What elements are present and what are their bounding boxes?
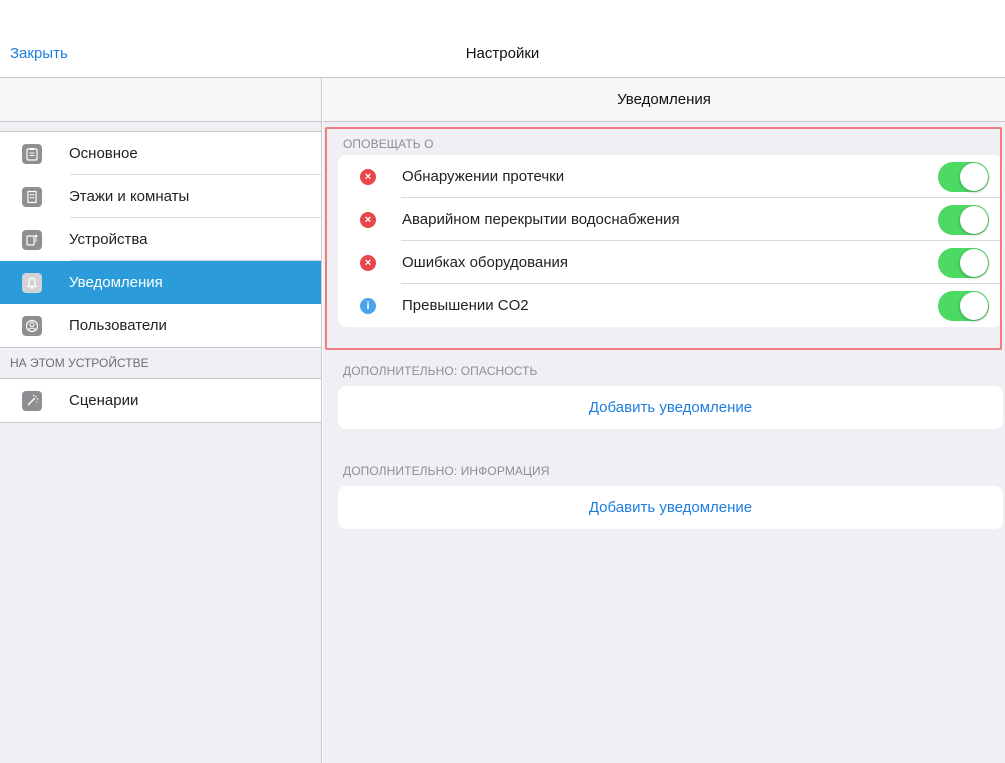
- sidebar-device-group: Сценарии: [0, 378, 321, 423]
- sidebar-main-group: Основное Этажи и комнаты Устройства Увед…: [0, 131, 321, 348]
- sidebar-item-label: Основное: [69, 145, 138, 162]
- info-icon: i: [360, 297, 376, 314]
- sidebar-item-devices[interactable]: Устройства: [0, 218, 321, 261]
- sidebar-item-general[interactable]: Основное: [0, 132, 321, 175]
- sidebar-item-floors-rooms[interactable]: Этажи и комнаты: [0, 175, 321, 218]
- sidebar-item-scenarios[interactable]: Сценарии: [0, 379, 321, 422]
- sidebar-item-label: Пользователи: [69, 317, 167, 334]
- device-icon: [22, 229, 42, 250]
- error-icon: ×: [360, 211, 376, 228]
- sidebar-item-users[interactable]: Пользователи: [0, 304, 321, 347]
- panel-title: Уведомления: [323, 78, 1005, 122]
- bell-icon: [22, 272, 42, 293]
- building-icon: [22, 186, 42, 207]
- alert-row-co2: i Превышении CO2: [338, 284, 1003, 327]
- alert-row-water-shutoff: × Аварийном перекрытии водоснабжения: [338, 198, 1003, 241]
- danger-section-title: ДОПОЛНИТЕЛЬНО: ОПАСНОСТЬ: [343, 364, 538, 378]
- alert-label: Аварийном перекрытии водоснабжения: [402, 211, 680, 228]
- water-shutoff-toggle[interactable]: [938, 205, 989, 235]
- alert-row-leak: × Обнаружении протечки: [338, 155, 1003, 198]
- sidebar-header: [0, 78, 321, 122]
- user-icon: [22, 315, 42, 336]
- sidebar-item-label: Уведомления: [69, 274, 163, 291]
- notify-card: × Обнаружении протечки × Аварийном перек…: [338, 155, 1003, 327]
- sidebar-item-label: Устройства: [69, 231, 148, 248]
- add-danger-notification-button[interactable]: Добавить уведомление: [338, 386, 1003, 429]
- magic-wand-icon: [22, 390, 42, 411]
- alert-label: Ошибках оборудования: [402, 254, 569, 271]
- equipment-errors-toggle[interactable]: [938, 248, 989, 278]
- navigation-bar: Закрыть Настройки: [0, 0, 1005, 78]
- sidebar-item-notifications[interactable]: Уведомления: [0, 261, 321, 304]
- page-title: Настройки: [465, 45, 540, 62]
- sidebar-item-label: Этажи и комнаты: [69, 188, 190, 205]
- clipboard-icon: [22, 143, 42, 164]
- settings-sidebar: Основное Этажи и комнаты Устройства Увед…: [0, 78, 322, 763]
- add-info-notification-button[interactable]: Добавить уведомление: [338, 486, 1003, 529]
- notify-section-title: ОПОВЕЩАТЬ О: [343, 137, 434, 151]
- info-section-title: ДОПОЛНИТЕЛЬНО: ИНФОРМАЦИЯ: [343, 464, 550, 478]
- error-icon: ×: [360, 254, 376, 271]
- co2-toggle[interactable]: [938, 291, 989, 321]
- sidebar-section-title: НА ЭТОМ УСТРОЙСТВЕ: [0, 348, 321, 378]
- danger-card: Добавить уведомление: [338, 386, 1003, 429]
- info-card: Добавить уведомление: [338, 486, 1003, 529]
- alert-label: Превышении CO2: [402, 297, 529, 314]
- leak-toggle[interactable]: [938, 162, 989, 192]
- alert-label: Обнаружении протечки: [402, 168, 565, 185]
- alert-row-equipment-errors: × Ошибках оборудования: [338, 241, 1003, 284]
- error-icon: ×: [360, 168, 376, 185]
- sidebar-item-label: Сценарии: [69, 392, 139, 409]
